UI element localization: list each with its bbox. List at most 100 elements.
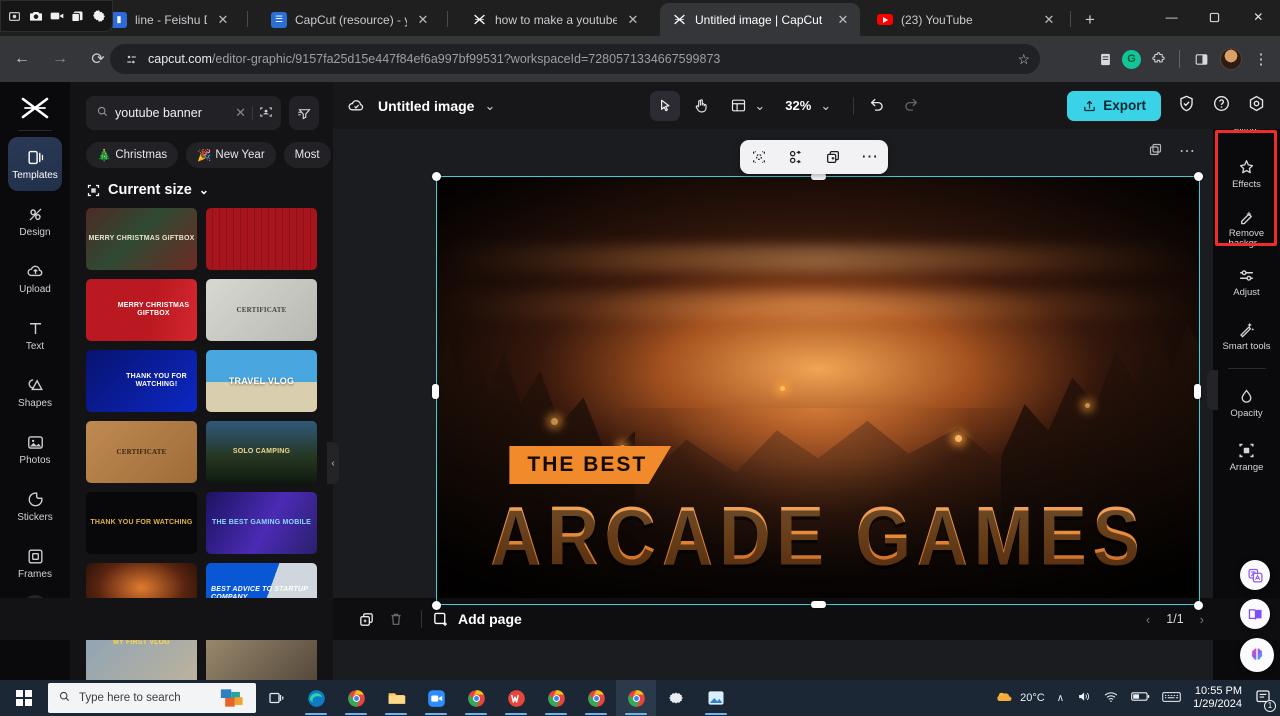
sidebar-item-design[interactable]: Design bbox=[8, 194, 62, 248]
taskbar-file-explorer[interactable] bbox=[376, 680, 416, 716]
zoom-control[interactable]: 32% ⌄ bbox=[785, 98, 831, 114]
screen-record-icon[interactable] bbox=[6, 5, 23, 27]
taskbar-settings[interactable] bbox=[656, 680, 696, 716]
resize-handle-right[interactable] bbox=[1194, 384, 1201, 399]
profile-avatar[interactable] bbox=[1218, 46, 1244, 72]
resize-handle-bl[interactable] bbox=[432, 601, 441, 610]
template-item[interactable]: THANK YOU FOR WATCHING bbox=[86, 492, 197, 554]
close-icon[interactable]: ✕ bbox=[415, 12, 431, 28]
close-window-button[interactable]: ✕ bbox=[1237, 0, 1280, 34]
address-bar[interactable]: capcut.com/editor-graphic/9157fa25d15e44… bbox=[110, 44, 1040, 74]
maximize-button[interactable] bbox=[1193, 0, 1236, 34]
template-item[interactable]: CERTIFICATE bbox=[206, 279, 317, 341]
sidebar-item-upload[interactable]: Upload bbox=[8, 251, 62, 305]
cursor-select-tool[interactable] bbox=[650, 90, 681, 121]
canvas-layout-control[interactable]: ⌄ bbox=[730, 97, 765, 114]
right-panel-grip[interactable] bbox=[1207, 370, 1218, 410]
sidepanel-icon[interactable] bbox=[1188, 46, 1214, 72]
redo-button[interactable] bbox=[902, 94, 920, 117]
add-page-button[interactable]: Add page bbox=[432, 611, 522, 628]
layout-chevron-down-icon[interactable]: ⌄ bbox=[754, 98, 765, 114]
taskbar-search[interactable]: Type here to search bbox=[48, 683, 256, 713]
template-item[interactable]: SOLO CAMPING bbox=[206, 421, 317, 483]
close-icon[interactable]: ✕ bbox=[835, 12, 851, 28]
image-search-icon[interactable] bbox=[259, 105, 273, 122]
search-input[interactable]: youtube banner bbox=[115, 106, 229, 120]
taskbar-clock[interactable]: 10:55 PM 1/29/2024 bbox=[1193, 685, 1242, 711]
chrome-menu-icon[interactable]: ⋮ bbox=[1248, 46, 1274, 72]
duplicate-page-icon[interactable] bbox=[1148, 142, 1163, 162]
taskbar-photos[interactable] bbox=[696, 680, 736, 716]
template-item[interactable]: CERTIFICATE bbox=[86, 421, 197, 483]
project-title[interactable]: Untitled image bbox=[378, 98, 474, 114]
resize-handle-top[interactable] bbox=[811, 173, 826, 180]
chip-new-year[interactable]: 🎉 New Year bbox=[186, 142, 276, 168]
back-button[interactable]: ← bbox=[6, 43, 38, 75]
minimize-button[interactable]: — bbox=[1150, 0, 1193, 34]
battery-icon[interactable] bbox=[1131, 690, 1150, 706]
volume-icon[interactable] bbox=[1076, 689, 1091, 707]
reading-list-icon[interactable] bbox=[1092, 46, 1118, 72]
collapse-panel-handle[interactable]: ‹ bbox=[327, 442, 339, 484]
browser-tab-0[interactable]: ▮ line - Feishu Docs ✕ bbox=[100, 3, 240, 36]
settings-gear-icon[interactable] bbox=[90, 5, 107, 27]
resize-handle-tl[interactable] bbox=[432, 172, 441, 181]
sidebar-item-shapes[interactable]: Shapes bbox=[8, 365, 62, 419]
cortana-puzzle-icon[interactable] bbox=[220, 687, 246, 709]
filter-button[interactable] bbox=[289, 96, 319, 130]
template-item[interactable] bbox=[206, 208, 317, 270]
wifi-icon[interactable] bbox=[1103, 689, 1119, 707]
duplicate-page-button[interactable] bbox=[351, 604, 381, 634]
search-box[interactable]: youtube banner ✕ bbox=[86, 96, 281, 130]
chevron-down-icon[interactable]: ⌄ bbox=[199, 183, 209, 197]
resize-handle-tr[interactable] bbox=[1194, 172, 1203, 181]
current-size-section[interactable]: Current size ⌄ bbox=[70, 168, 333, 208]
zoom-chevron-down-icon[interactable]: ⌄ bbox=[820, 98, 831, 114]
browser-tab-1[interactable]: ☰ CapCut (resource) - youtube ✕ bbox=[260, 3, 440, 36]
template-item[interactable]: MY FIRST VLOG bbox=[86, 634, 197, 680]
replace-icon[interactable] bbox=[782, 144, 810, 170]
hand-pan-tool[interactable] bbox=[686, 91, 716, 121]
help-button[interactable] bbox=[1212, 94, 1231, 118]
template-item[interactable]: THANK YOU FOR WATCHING! bbox=[86, 350, 197, 412]
start-button[interactable] bbox=[0, 680, 48, 716]
forward-button[interactable]: → bbox=[44, 43, 76, 75]
weather-widget[interactable]: 20°C bbox=[994, 689, 1045, 707]
taskbar-chrome-1[interactable] bbox=[336, 680, 376, 716]
template-item[interactable] bbox=[206, 634, 317, 680]
more-dots-icon[interactable]: ⋯ bbox=[1179, 144, 1195, 160]
duplicate-icon[interactable] bbox=[819, 144, 847, 170]
task-view-button[interactable] bbox=[256, 680, 296, 716]
settings-button[interactable] bbox=[1247, 94, 1266, 118]
export-button[interactable]: Export bbox=[1067, 90, 1161, 121]
sidebar-item-text[interactable]: Text bbox=[8, 308, 62, 362]
site-settings-icon[interactable] bbox=[122, 51, 140, 67]
sidebar-item-photos[interactable]: Photos bbox=[8, 422, 62, 476]
right-item-arrange[interactable]: Arrange bbox=[1219, 433, 1275, 481]
taskbar-wps-office[interactable] bbox=[496, 680, 536, 716]
keyboard-icon[interactable] bbox=[1162, 690, 1181, 707]
browser-tab-2[interactable]: how to make a youtube ban ✕ bbox=[460, 3, 650, 36]
template-item[interactable]: THE BEST GAMING MOBILE bbox=[206, 492, 317, 554]
taskbar-zoom[interactable] bbox=[416, 680, 456, 716]
cutout-icon[interactable] bbox=[745, 144, 773, 170]
capcut-logo[interactable] bbox=[18, 94, 52, 122]
next-page-button[interactable]: › bbox=[1200, 612, 1204, 627]
sidebar-item-templates[interactable]: Templates bbox=[8, 137, 62, 191]
shield-check-button[interactable] bbox=[1177, 94, 1196, 118]
more-dots-icon[interactable]: ⋯ bbox=[856, 144, 884, 170]
extensions-puzzle-icon[interactable] bbox=[1145, 46, 1171, 72]
close-icon[interactable]: ✕ bbox=[625, 12, 641, 28]
camera-icon[interactable] bbox=[27, 5, 44, 27]
screen-recorder-overlay[interactable] bbox=[0, 0, 113, 32]
notifications-button[interactable]: 1 bbox=[1254, 688, 1276, 712]
browser-tab-4[interactable]: (23) YouTube ✕ bbox=[866, 3, 1066, 36]
undo-button[interactable] bbox=[868, 94, 886, 117]
translate-icon[interactable] bbox=[1240, 560, 1270, 590]
right-item-adjust[interactable]: Adjust bbox=[1219, 258, 1275, 306]
taskbar-microsoft-edge[interactable] bbox=[296, 680, 336, 716]
window-capture-icon[interactable] bbox=[69, 5, 86, 27]
right-item-effects[interactable]: Effects bbox=[1219, 150, 1275, 198]
prev-page-button[interactable]: ‹ bbox=[1146, 612, 1150, 627]
artboard[interactable]: THE BEST ARCADE GAMES bbox=[437, 177, 1199, 604]
